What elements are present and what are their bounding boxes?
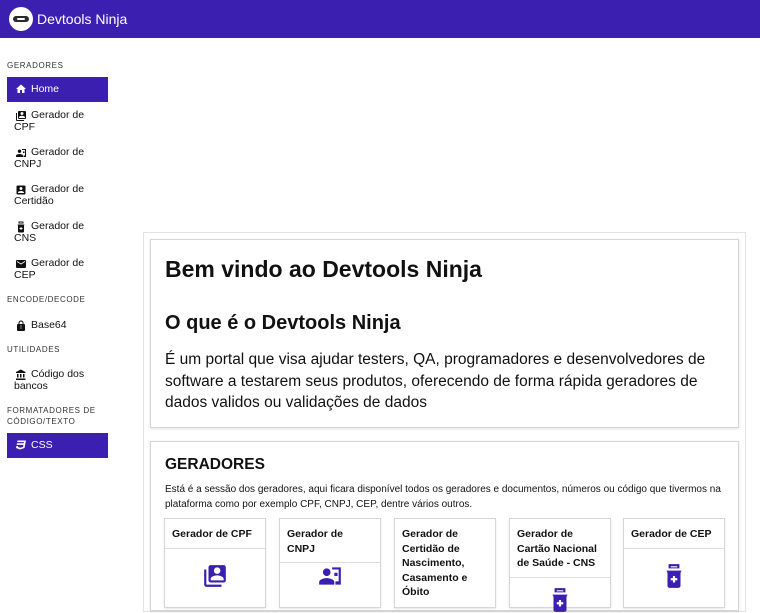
tile-gerador-certidao[interactable]: Gerador de Certidão de Nascimento, Casam… xyxy=(394,518,496,608)
tile-title: Gerador de Cartão Nacional de Saúde - CN… xyxy=(517,528,597,569)
section-formatadores: FORMATADORES DE xyxy=(7,406,96,415)
section-geradores: GERADORES xyxy=(7,61,64,70)
sidebar-item-label: bancos xyxy=(14,380,48,392)
app-title[interactable]: Devtools Ninja xyxy=(37,11,127,27)
sidebar-item-base64[interactable]: Base64 xyxy=(7,319,108,331)
bank-icon xyxy=(16,369,26,380)
sidebar-item-css[interactable]: CSS xyxy=(7,433,108,458)
welcome-card: Bem vindo ao Devtools Ninja O que é o De… xyxy=(150,239,739,428)
badge-icon xyxy=(16,185,26,195)
sidebar-item-home[interactable]: Home xyxy=(7,77,108,102)
contact-card-icon xyxy=(16,149,26,157)
about-text: É um portal que visa ajudar testers, QA,… xyxy=(165,351,706,411)
sidebar: GERADORES Home Gerador de CPF Gerador de… xyxy=(0,38,114,600)
sidebar-item-cns[interactable]: Gerador de CNS xyxy=(7,220,108,244)
sidebar-item-label: CPF xyxy=(14,121,35,133)
section-formatadores-2: CÓDIGO/TEXTO xyxy=(7,417,76,426)
geradores-text: Está é a sessão dos geradores, aqui fica… xyxy=(165,484,721,510)
section-utilidades: UTILIDADES xyxy=(7,345,61,354)
tile-gerador-cnpj[interactable]: Gerador de CNPJ xyxy=(279,518,381,608)
page-title: Bem vindo ao Devtools Ninja xyxy=(165,256,482,282)
tile-title: Gerador de CPF xyxy=(172,528,252,540)
tile-title: Gerador de CNPJ xyxy=(287,528,344,555)
contact-card-icon xyxy=(319,567,341,585)
css-icon xyxy=(16,440,26,450)
tile-gerador-cep[interactable]: Gerador de CEP xyxy=(623,518,725,608)
about-title: O que é o Devtools Ninja xyxy=(165,312,401,334)
app-bar: Devtools Ninja xyxy=(0,0,760,38)
sidebar-item-cnpj[interactable]: Gerador de CNPJ xyxy=(7,146,108,170)
home-icon xyxy=(16,84,26,93)
medical-icon xyxy=(552,588,568,612)
sidebar-item-bancos[interactable]: Código dos bancos xyxy=(7,368,108,392)
lock-icon xyxy=(17,320,25,331)
tile-title: Gerador de CEP xyxy=(631,528,712,540)
sidebar-item-cep[interactable]: Gerador de CEP xyxy=(7,257,108,281)
tile-title: Gerador de Certidão de Nascimento, Casam… xyxy=(402,528,468,598)
tile-gerador-cns[interactable]: Gerador de Cartão Nacional de Saúde - CN… xyxy=(509,518,611,612)
id-card-icon xyxy=(204,565,226,587)
ninja-logo-icon[interactable] xyxy=(9,7,33,31)
sidebar-item-label: CNS xyxy=(14,232,37,244)
sidebar-item-cpf[interactable]: Gerador de CPF xyxy=(7,109,108,133)
sidebar-item-certidao[interactable]: Gerador de Certidão xyxy=(7,183,108,207)
tile-divider xyxy=(510,576,610,578)
tile-divider xyxy=(165,547,265,549)
sidebar-item-label: CEP xyxy=(14,269,36,281)
sidebar-item-label: CNPJ xyxy=(14,158,42,170)
mail-icon xyxy=(16,260,26,268)
id-card-icon xyxy=(16,111,26,121)
medical-icon xyxy=(17,221,25,233)
sidebar-item-label: Certidão xyxy=(14,195,54,207)
tile-divider xyxy=(624,547,724,549)
section-encode-decode: ENCODE/DECODE xyxy=(7,295,86,304)
tile-gerador-cpf[interactable]: Gerador de CPF xyxy=(164,518,266,608)
geradores-title: GERADORES xyxy=(165,456,265,473)
medical-icon xyxy=(666,564,682,588)
